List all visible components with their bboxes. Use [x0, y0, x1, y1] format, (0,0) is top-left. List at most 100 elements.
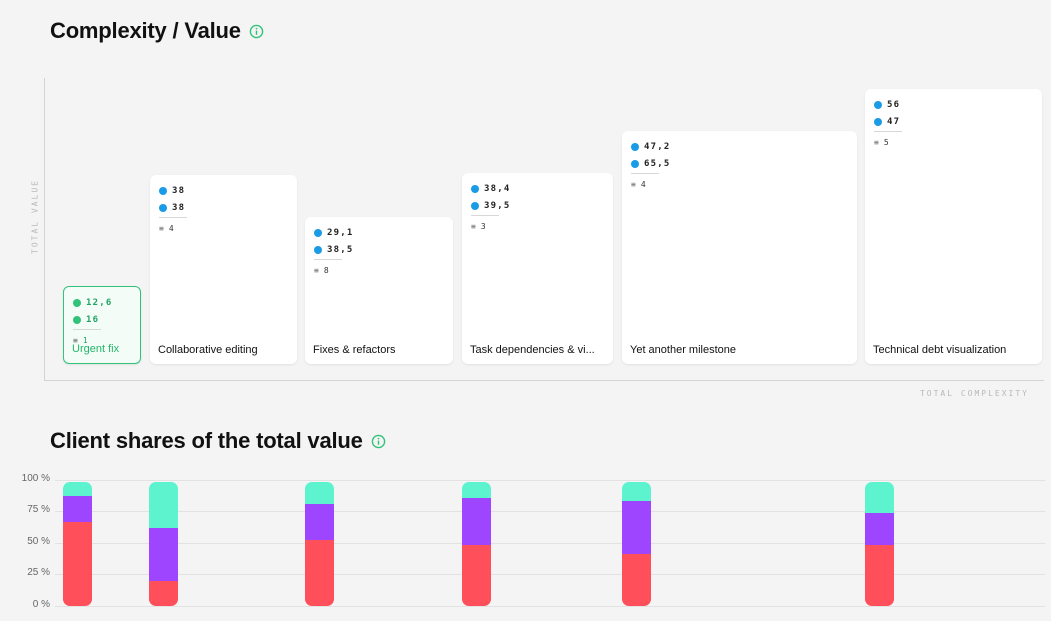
- share-segment: [865, 545, 894, 606]
- dollar-circle-icon: [73, 298, 81, 307]
- dollar-circle-icon: [631, 142, 639, 151]
- share-bar[interactable]: [865, 482, 894, 606]
- share-segment: [622, 553, 651, 606]
- dollar-circle-icon: [471, 184, 479, 193]
- gauge-icon: [631, 159, 639, 168]
- milestone-card[interactable]: 29,1 38,5 ≡ 8 Fixes & refactors: [305, 217, 453, 364]
- card-metrics: 56 47 ≡ 5: [874, 96, 902, 151]
- card-value-metric: 47,2: [631, 138, 670, 155]
- info-icon[interactable]: [249, 24, 264, 39]
- card-value-value: 38: [172, 185, 186, 196]
- dollar-circle-icon: [874, 100, 882, 109]
- card-complexity-metric: 65,5: [631, 155, 670, 172]
- milestone-card[interactable]: 12,6 16 ≡ 1 Urgent fix: [63, 286, 141, 364]
- list-icon: ≡: [874, 138, 879, 147]
- share-bar[interactable]: [149, 482, 178, 606]
- share-segment: [305, 504, 334, 541]
- card-divider: [73, 329, 101, 330]
- card-divider: [874, 131, 902, 132]
- share-segment: [462, 498, 491, 546]
- share-segment: [63, 482, 92, 496]
- card-items-metric: ≡ 4: [631, 176, 670, 193]
- y-axis-line: [44, 78, 45, 381]
- card-complexity-value: 16: [86, 314, 100, 325]
- y-tick-label: 75 %: [27, 504, 50, 515]
- share-segment: [622, 482, 651, 501]
- gridline: [55, 543, 1045, 544]
- client-shares-title-text: Client shares of the total value: [50, 428, 363, 453]
- card-divider: [314, 259, 342, 260]
- share-segment: [305, 540, 334, 606]
- share-segment: [63, 521, 92, 606]
- card-items-value: 8: [323, 266, 330, 275]
- card-complexity-value: 38: [172, 202, 186, 213]
- card-complexity-metric: 39,5: [471, 197, 510, 214]
- card-metrics: 38,4 39,5 ≡ 3: [471, 180, 510, 235]
- y-tick-label: 50 %: [27, 536, 50, 547]
- share-segment: [149, 482, 178, 528]
- card-value-metric: 56: [874, 96, 902, 113]
- card-items-metric: ≡ 8: [314, 262, 353, 279]
- card-complexity-value: 39,5: [484, 200, 511, 211]
- card-divider: [159, 217, 187, 218]
- info-icon[interactable]: [371, 434, 386, 449]
- share-segment: [865, 482, 894, 513]
- list-icon: ≡: [314, 266, 319, 275]
- milestone-card[interactable]: 38,4 39,5 ≡ 3 Task dependencies & vi...: [462, 173, 613, 364]
- dollar-circle-icon: [314, 228, 322, 237]
- share-segment: [462, 482, 491, 499]
- card-items-metric: ≡ 4: [159, 220, 187, 237]
- gridline: [55, 480, 1045, 481]
- card-name: Yet another milestone: [630, 344, 736, 356]
- card-name: Collaborative editing: [158, 344, 258, 356]
- card-value-value: 47,2: [644, 141, 671, 152]
- card-value-value: 38,4: [484, 183, 511, 194]
- card-items-metric: ≡ 5: [874, 134, 902, 151]
- gridline: [55, 511, 1045, 512]
- card-name: Fixes & refactors: [313, 344, 396, 356]
- list-icon: ≡: [471, 222, 476, 231]
- card-metrics: 29,1 38,5 ≡ 8: [314, 224, 353, 279]
- card-name: Urgent fix: [72, 343, 120, 355]
- card-divider: [631, 173, 659, 174]
- card-complexity-metric: 38,5: [314, 241, 353, 258]
- gauge-icon: [314, 245, 322, 254]
- card-metrics: 38 38 ≡ 4: [159, 182, 187, 237]
- share-segment: [865, 513, 894, 546]
- client-shares-title: Client shares of the total value: [50, 428, 386, 454]
- card-complexity-metric: 47: [874, 113, 902, 130]
- card-name: Task dependencies & vi...: [470, 344, 595, 356]
- gauge-icon: [73, 315, 81, 324]
- card-complexity-value: 47: [887, 116, 901, 127]
- milestone-card[interactable]: 38 38 ≡ 4 Collaborative editing: [150, 175, 297, 364]
- share-bar[interactable]: [305, 482, 334, 606]
- share-bar[interactable]: [622, 482, 651, 606]
- list-icon: ≡: [159, 224, 164, 233]
- share-segment: [462, 545, 491, 606]
- dollar-circle-icon: [159, 186, 167, 195]
- y-tick-label: 25 %: [27, 567, 50, 578]
- card-items-value: 4: [168, 224, 175, 233]
- milestone-card[interactable]: 56 47 ≡ 5 Technical debt visualization: [865, 89, 1042, 364]
- card-value-metric: 38: [159, 182, 187, 199]
- list-icon: ≡: [631, 180, 636, 189]
- card-value-value: 56: [887, 99, 901, 110]
- card-items-value: 4: [640, 180, 647, 189]
- share-bar[interactable]: [63, 482, 92, 606]
- card-complexity-value: 65,5: [644, 158, 671, 169]
- share-segment: [63, 495, 92, 522]
- y-axis-label: TOTAL VALUE: [30, 179, 40, 254]
- x-axis-label: TOTAL COMPLEXITY: [919, 389, 1029, 398]
- gauge-icon: [471, 201, 479, 210]
- milestone-card[interactable]: 47,2 65,5 ≡ 4 Yet another milestone: [622, 131, 857, 364]
- card-divider: [471, 215, 499, 216]
- card-metrics: 47,2 65,5 ≡ 4: [631, 138, 670, 193]
- share-bar[interactable]: [462, 482, 491, 606]
- card-name: Technical debt visualization: [873, 344, 1007, 356]
- gauge-icon: [874, 117, 882, 126]
- card-complexity-value: 38,5: [327, 244, 354, 255]
- y-tick-label: 0 %: [32, 599, 50, 610]
- card-items-value: 3: [480, 222, 487, 231]
- gridline: [55, 574, 1045, 575]
- share-segment: [305, 482, 334, 505]
